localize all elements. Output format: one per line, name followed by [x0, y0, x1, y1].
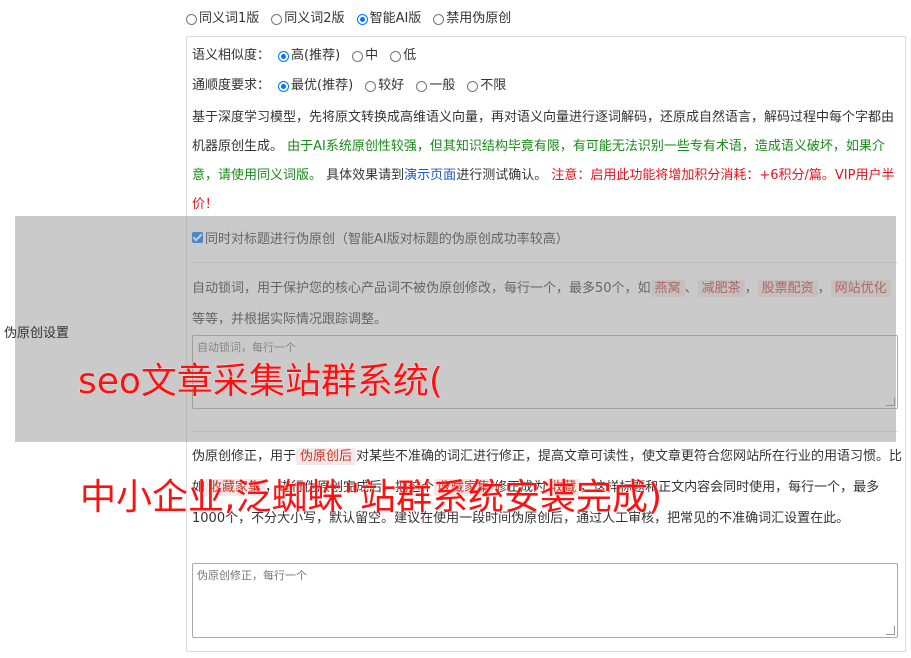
radio-label: 不限 [480, 78, 507, 93]
gray-overlay [15, 216, 896, 442]
fluency-radio-good[interactable]: 较好 [365, 77, 404, 95]
ai-description: 基于深度学习模型，先将原文转换成高维语义向量，再对语义向量进行逐词解码，还原成自… [192, 103, 902, 219]
fluency-label: 通顺度要求： [192, 78, 271, 93]
fix-words-placeholder: 伪原创修正，每行一个 [197, 569, 307, 582]
similarity-label: 语义相似度： [192, 48, 271, 63]
radio-label: 中 [365, 48, 379, 63]
radio-label: 智能AI版 [369, 11, 422, 26]
mode-radio-group: 同义词1版 同义词2版 智能AI版 禁用伪原创 [186, 10, 511, 28]
radio-label: 同义词2版 [284, 11, 345, 26]
radio-label: 禁用伪原创 [446, 11, 512, 26]
fluency-radio-normal[interactable]: 一般 [416, 77, 455, 95]
radio-label: 较好 [378, 78, 405, 93]
demo-page-link[interactable]: 演示页面 [404, 168, 456, 183]
radio-indicator[interactable] [278, 50, 290, 62]
radio-label: 一般 [429, 78, 456, 93]
radio-indicator[interactable] [356, 13, 368, 25]
fluency-radio-unlimited[interactable]: 不限 [467, 77, 506, 95]
radio-indicator[interactable] [467, 80, 479, 92]
radio-indicator[interactable] [352, 50, 364, 62]
resize-grip-icon[interactable] [886, 626, 895, 635]
similarity-radio-medium[interactable]: 中 [352, 47, 378, 65]
radio-indicator[interactable] [433, 13, 445, 25]
similarity-radio-high[interactable]: 高(推荐) [278, 47, 340, 65]
radio-indicator[interactable] [365, 80, 377, 92]
radio-label: 高(推荐) [291, 48, 341, 63]
desc-text: 进行测试确认。 [456, 168, 548, 183]
desc-text: 具体效果请到 [326, 168, 405, 183]
section-label-pseudo-original: 伪原创设置 [4, 326, 70, 341]
radio-label: 低 [403, 48, 417, 63]
radio-indicator[interactable] [278, 80, 290, 92]
radio-indicator[interactable] [186, 13, 197, 25]
radio-label: 同义词1版 [199, 11, 260, 26]
radio-indicator[interactable] [271, 13, 283, 25]
similarity-radio-low[interactable]: 低 [390, 47, 416, 65]
mode-radio-synonym1[interactable]: 同义词1版 [186, 10, 259, 28]
mode-radio-ai[interactable]: 智能AI版 [356, 10, 422, 28]
mode-radio-disable[interactable]: 禁用伪原创 [433, 10, 511, 28]
mode-radio-synonym2[interactable]: 同义词2版 [271, 10, 345, 28]
fix-words-textarea[interactable]: 伪原创修正，每行一个 [192, 563, 898, 638]
radio-label: 最优(推荐) [291, 78, 354, 93]
fix-text: 伪原创修正，用于 [192, 449, 297, 464]
radio-indicator[interactable] [390, 50, 402, 62]
similarity-row: 语义相似度： 高(推荐) 中 低 [192, 47, 416, 65]
headline-line2: 中小企业,泛蜘蛛"站群系统安装完成) [80, 477, 663, 518]
fluency-row: 通顺度要求： 最优(推荐) 较好 一般 不限 [192, 77, 506, 95]
radio-indicator[interactable] [416, 80, 428, 92]
fluency-radio-best[interactable]: 最优(推荐) [278, 77, 353, 95]
headline-line1: seo文章采集站群系统( [78, 361, 444, 402]
example-tag: 伪原创后 [296, 448, 357, 465]
